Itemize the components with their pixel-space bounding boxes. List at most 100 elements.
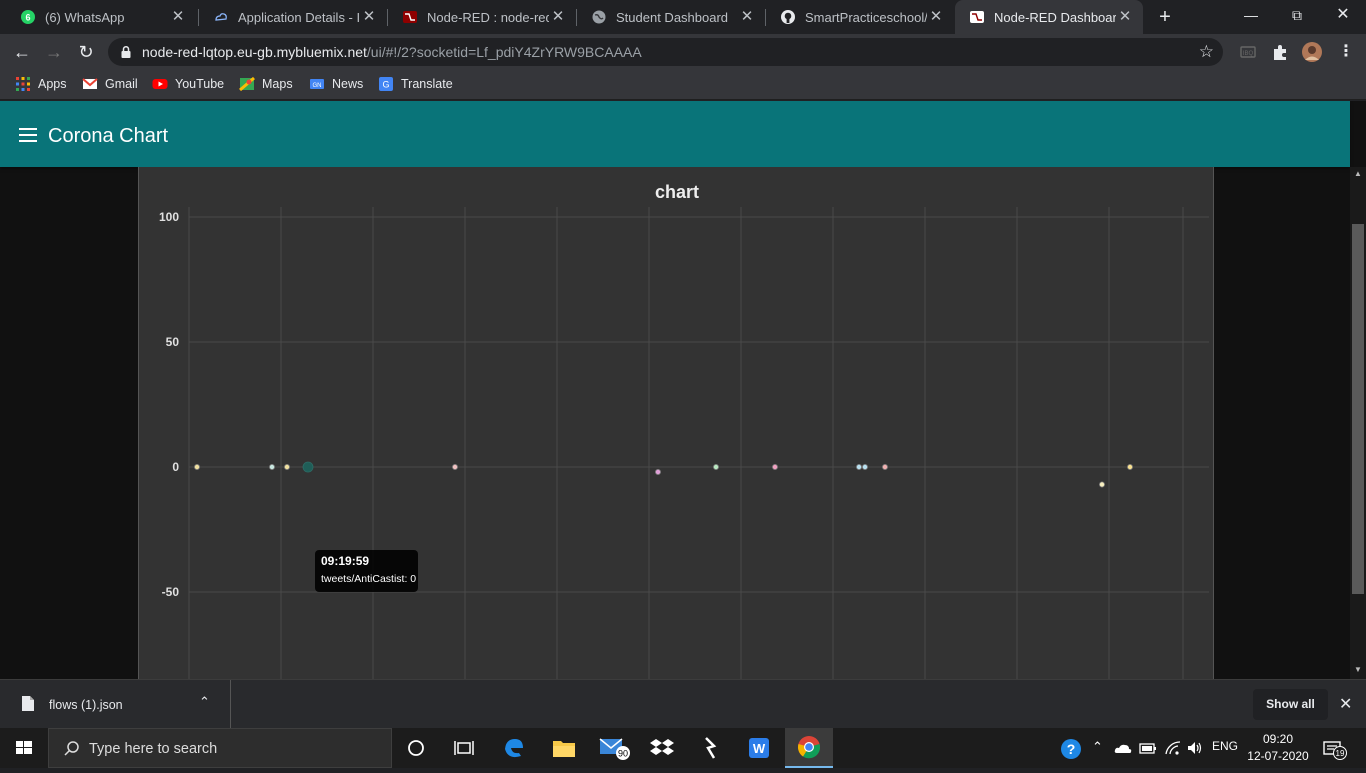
puzzle-icon[interactable]: [1270, 42, 1290, 62]
task-view-button[interactable]: [440, 728, 488, 768]
address-bar[interactable]: node-red-lqtop.eu-gb.mybluemix.net/ui/#!…: [108, 38, 1223, 66]
tab-title: (6) WhatsApp: [45, 9, 125, 25]
close-window-button[interactable]: ✕: [1320, 0, 1366, 30]
tab-title: Node-RED : node-red-lqtop: [427, 9, 549, 25]
bookmark-translate[interactable]: G Translate: [378, 76, 453, 92]
chart-card: chart 100 50 0 -50: [138, 167, 1214, 679]
clock[interactable]: 09:20 12-07-2020: [1246, 731, 1310, 765]
windows-logo-icon: [16, 741, 32, 754]
ibm-cloud-icon: [213, 9, 229, 25]
avatar[interactable]: [1302, 42, 1322, 62]
hamburger-menu-icon[interactable]: [19, 128, 37, 142]
back-button[interactable]: ←: [10, 40, 34, 64]
volume-icon[interactable]: [1186, 740, 1204, 756]
wifi-icon[interactable]: [1164, 740, 1182, 756]
y-tick-label: -50: [162, 585, 180, 599]
taskbar-app[interactable]: [686, 728, 734, 768]
node-red-icon: [402, 9, 418, 25]
tab-node-red-editor[interactable]: Node-RED : node-red-lqtop ✕: [388, 0, 576, 34]
url-host: node-red-lqtop.eu-gb.mybluemix.net: [142, 44, 367, 60]
tab-node-red-dashboard[interactable]: Node-RED Dashboard ✕: [955, 0, 1143, 34]
chart-point[interactable]: [882, 463, 889, 470]
download-item[interactable]: flows (1).json ⌃: [0, 680, 231, 729]
taskbar-dropbox[interactable]: [638, 728, 686, 768]
bookmark-news[interactable]: GN News: [309, 76, 363, 92]
y-tick-label: 100: [159, 210, 179, 224]
bookmark-label: Translate: [401, 77, 453, 91]
chart-point[interactable]: [1127, 463, 1134, 470]
vertical-scrollbar[interactable]: ▲ ▼: [1350, 167, 1366, 679]
help-icon[interactable]: ?: [1060, 738, 1082, 760]
onedrive-icon[interactable]: [1114, 742, 1132, 754]
apps-grid-icon: [16, 77, 30, 91]
tab-strip: 6 (6) WhatsApp ✕ Application Details - I…: [0, 0, 1366, 34]
taskbar-edge[interactable]: [490, 728, 538, 768]
bolt-icon: [705, 737, 717, 759]
download-filename: flows (1).json: [49, 698, 123, 712]
scroll-up-icon[interactable]: ▲: [1350, 167, 1366, 181]
minimize-button[interactable]: —: [1228, 0, 1274, 30]
scrollbar-thumb[interactable]: [1352, 224, 1364, 594]
new-tab-button[interactable]: +: [1154, 6, 1176, 28]
tab-title: SmartPracticeschool/SB: [805, 9, 927, 25]
close-icon[interactable]: ✕: [1339, 694, 1352, 714]
cortana-button[interactable]: [392, 728, 440, 768]
chart-point[interactable]: [268, 463, 275, 470]
download-bar: flows (1).json ⌃ Show all ✕: [0, 679, 1366, 729]
scroll-down-icon[interactable]: ▼: [1350, 663, 1366, 677]
chart-point[interactable]: [283, 463, 290, 470]
close-icon[interactable]: ✕: [927, 8, 945, 26]
language-indicator[interactable]: ENG: [1212, 739, 1238, 753]
chart-point[interactable]: [856, 463, 863, 470]
notification-icon[interactable]: 19: [1322, 738, 1350, 760]
battery-icon[interactable]: [1139, 741, 1157, 755]
bookmarks-bar: Apps Gmail YouTube Maps GN News G Transl…: [0, 70, 1366, 100]
chart-point[interactable]: [451, 463, 458, 470]
bookmark-maps[interactable]: Maps: [239, 76, 293, 92]
taskbar-chrome[interactable]: [785, 728, 833, 768]
svg-text:W: W: [753, 741, 766, 756]
chart-point[interactable]: [713, 463, 720, 470]
tab-github[interactable]: SmartPracticeschool/SB ✕: [766, 0, 954, 34]
y-axis-ticks: 100 50 0 -50: [159, 210, 179, 599]
whatsapp-icon: 6: [20, 9, 36, 25]
chart-point[interactable]: [194, 463, 201, 470]
show-all-button[interactable]: Show all: [1253, 689, 1328, 720]
taskbar-search[interactable]: Type here to search: [48, 728, 392, 768]
bookmark-star-icon[interactable]: ☆: [1199, 42, 1214, 62]
taskbar-file-explorer[interactable]: [540, 728, 588, 768]
taskbar-wps[interactable]: W: [735, 728, 783, 768]
tab-student-dashboard[interactable]: Student Dashboard ✕: [577, 0, 765, 34]
chart-point[interactable]: [772, 463, 779, 470]
chart-point[interactable]: [1099, 481, 1106, 488]
tab-title: Student Dashboard: [616, 9, 729, 25]
bookmark-youtube[interactable]: YouTube: [152, 76, 224, 92]
chart-point[interactable]: [302, 461, 314, 473]
bookmark-gmail[interactable]: Gmail: [82, 76, 138, 92]
chart-svg: chart 100 50 0 -50: [159, 182, 1209, 679]
tab-title: Application Details - IBM: [238, 9, 360, 25]
close-icon[interactable]: ✕: [549, 8, 567, 26]
chevron-up-icon[interactable]: ⌃: [199, 694, 210, 710]
start-button[interactable]: [0, 728, 48, 768]
close-icon[interactable]: ✕: [169, 8, 187, 26]
chart-point[interactable]: [655, 468, 662, 475]
close-icon[interactable]: ✕: [360, 8, 378, 26]
close-icon[interactable]: ✕: [738, 8, 756, 26]
clock-date: 12-07-2020: [1247, 749, 1309, 763]
chart-point[interactable]: [862, 463, 869, 470]
url-text: node-red-lqtop.eu-gb.mybluemix.net/ui/#!…: [142, 44, 642, 60]
reload-button[interactable]: ↻: [74, 40, 98, 64]
menu-icon[interactable]: ⋮: [1334, 40, 1358, 64]
tab-whatsapp[interactable]: 6 (6) WhatsApp ✕: [6, 0, 196, 34]
tab-ibm-application-details[interactable]: Application Details - IBM ✕: [199, 0, 387, 34]
close-icon[interactable]: ✕: [1116, 8, 1134, 26]
forward-button[interactable]: →: [42, 40, 66, 64]
extension-icon[interactable]: IBQ: [1238, 42, 1258, 62]
taskbar-mail[interactable]: 90: [590, 728, 638, 768]
tooltip-time: 09:19:59: [321, 554, 370, 568]
bookmark-apps[interactable]: Apps: [15, 76, 67, 92]
restore-button[interactable]: ⧉: [1274, 0, 1320, 30]
chevron-up-icon[interactable]: ⌃: [1092, 739, 1103, 755]
tooltip-text: tweets/AntiCastist: 0: [321, 573, 417, 585]
